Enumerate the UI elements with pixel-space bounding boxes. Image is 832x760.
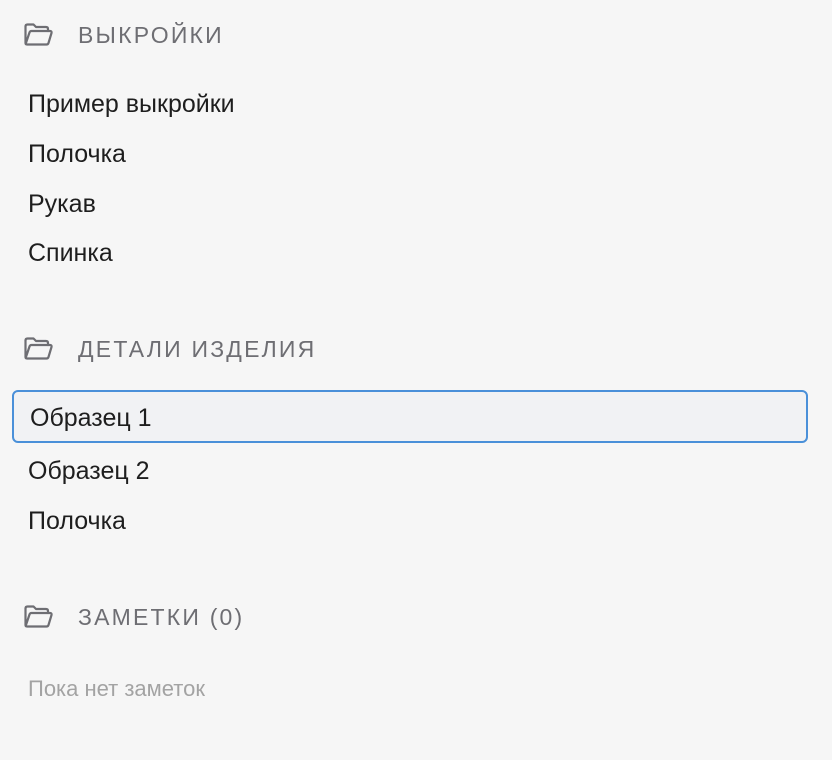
pattern-item[interactable]: Спинка [12, 227, 808, 275]
pattern-item[interactable]: Полочка [12, 128, 808, 176]
section-title: ВЫКРОЙКИ [78, 22, 224, 48]
item-label: Полочка [28, 507, 126, 535]
folder-open-icon [22, 600, 54, 632]
part-item-selected[interactable]: Образец 1 [12, 390, 808, 443]
item-label: Полочка [28, 140, 126, 168]
section-title: ДЕТАЛИ ИЗДЕЛИЯ [78, 336, 317, 362]
pattern-item[interactable]: Рукав [12, 178, 808, 226]
item-label: Рукав [28, 190, 96, 218]
part-item[interactable]: Полочка [12, 495, 808, 543]
part-item[interactable]: Образец 2 [12, 445, 808, 493]
section-header-notes[interactable]: ЗАМЕТКИ (0) [0, 598, 832, 634]
section-header-product-parts[interactable]: ДЕТАЛИ ИЗДЕЛИЯ [0, 330, 832, 366]
item-label: Образец 2 [28, 457, 150, 485]
pattern-item[interactable]: Пример выкройки [12, 78, 808, 126]
sidebar: ВЫКРОЙКИ Пример выкройки Полочка Рукав С… [0, 0, 832, 760]
folder-open-icon [22, 332, 54, 364]
section-header-patterns[interactable]: ВЫКРОЙКИ [0, 16, 832, 52]
item-label: Образец 1 [30, 404, 152, 432]
item-label: Пример выкройки [28, 90, 235, 118]
folder-open-icon [22, 18, 54, 50]
notes-empty-state: Пока нет заметок [28, 676, 205, 701]
section-title: ЗАМЕТКИ (0) [78, 604, 245, 630]
item-label: Спинка [28, 239, 113, 267]
